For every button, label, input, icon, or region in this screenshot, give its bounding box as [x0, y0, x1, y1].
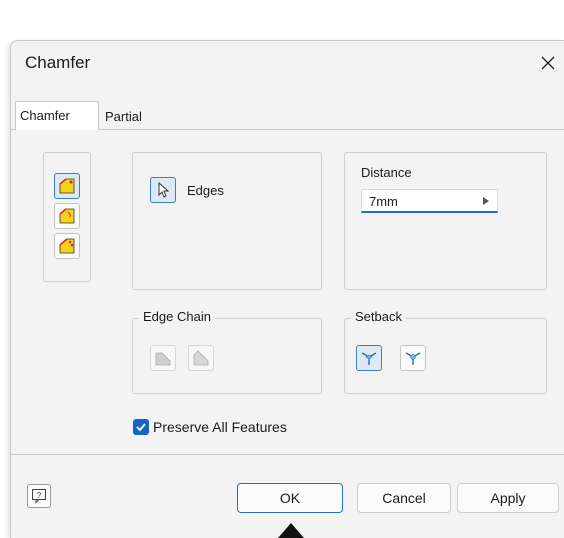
- distance-value: 7mm: [369, 194, 398, 209]
- chamfer-two-distances-icon: [59, 238, 75, 254]
- distance-flyout-button[interactable]: [475, 190, 497, 212]
- method-two-distances-button[interactable]: [54, 233, 80, 259]
- chamfer-distance-angle-icon: [59, 208, 75, 224]
- edge-chain-all-button[interactable]: [150, 345, 176, 371]
- svg-text:?: ?: [37, 491, 42, 500]
- tab-chamfer-label: Chamfer: [20, 108, 70, 123]
- edges-label: Edges: [187, 183, 224, 198]
- setback-button-1[interactable]: [356, 345, 382, 371]
- chain-edge-icon: [155, 352, 171, 366]
- setback-corner-alt-icon: [405, 352, 421, 365]
- method-distance-angle-button[interactable]: [54, 203, 80, 229]
- tab-partial-label: Partial: [105, 109, 142, 124]
- edges-group: Edges: [132, 152, 322, 290]
- triangle-right-icon: [483, 197, 489, 205]
- edge-chain-label: Edge Chain: [139, 309, 215, 324]
- setback-button-2[interactable]: [400, 345, 426, 371]
- setback-corner-icon: [361, 352, 377, 365]
- edges-select-button[interactable]: [150, 177, 176, 203]
- help-icon: ?: [32, 489, 46, 504]
- setback-label: Setback: [351, 309, 406, 324]
- help-button[interactable]: ?: [27, 484, 51, 508]
- select-arrow-icon: [158, 182, 170, 198]
- checkmark-icon: [136, 423, 146, 432]
- distance-input[interactable]: 7mm: [361, 189, 498, 213]
- tab-panel-chamfer: Edges Distance 7mm Edge Chain Setback: [11, 129, 564, 455]
- preserve-features-checkbox[interactable]: [133, 419, 149, 435]
- mouse-cursor-icon: [278, 523, 304, 538]
- title-bar: Chamfer: [11, 41, 564, 85]
- tab-partial[interactable]: Partial: [101, 105, 159, 129]
- distance-label: Distance: [361, 165, 412, 180]
- method-distance-button[interactable]: [54, 173, 80, 199]
- distance-group: Distance 7mm: [344, 152, 547, 290]
- tab-chamfer[interactable]: Chamfer: [15, 101, 99, 130]
- chamfer-dialog: Chamfer Chamfer Partial Edges Distance 7…: [10, 40, 564, 538]
- cancel-button[interactable]: Cancel: [357, 483, 451, 513]
- chamfer-distance-icon: [59, 178, 75, 194]
- apply-button[interactable]: Apply: [457, 483, 559, 513]
- method-group: [43, 152, 91, 282]
- dialog-title: Chamfer: [25, 53, 91, 72]
- close-button[interactable]: [531, 47, 564, 79]
- background: [0, 0, 564, 40]
- single-edge-icon: [193, 350, 209, 366]
- setback-group: Setback: [344, 309, 547, 394]
- preserve-features-label: Preserve All Features: [153, 419, 287, 435]
- edge-chain-group: Edge Chain: [132, 309, 322, 394]
- edge-chain-single-button[interactable]: [188, 345, 214, 371]
- tab-strip: Chamfer Partial: [11, 101, 564, 130]
- ok-button[interactable]: OK: [237, 483, 343, 513]
- close-icon: [541, 56, 555, 70]
